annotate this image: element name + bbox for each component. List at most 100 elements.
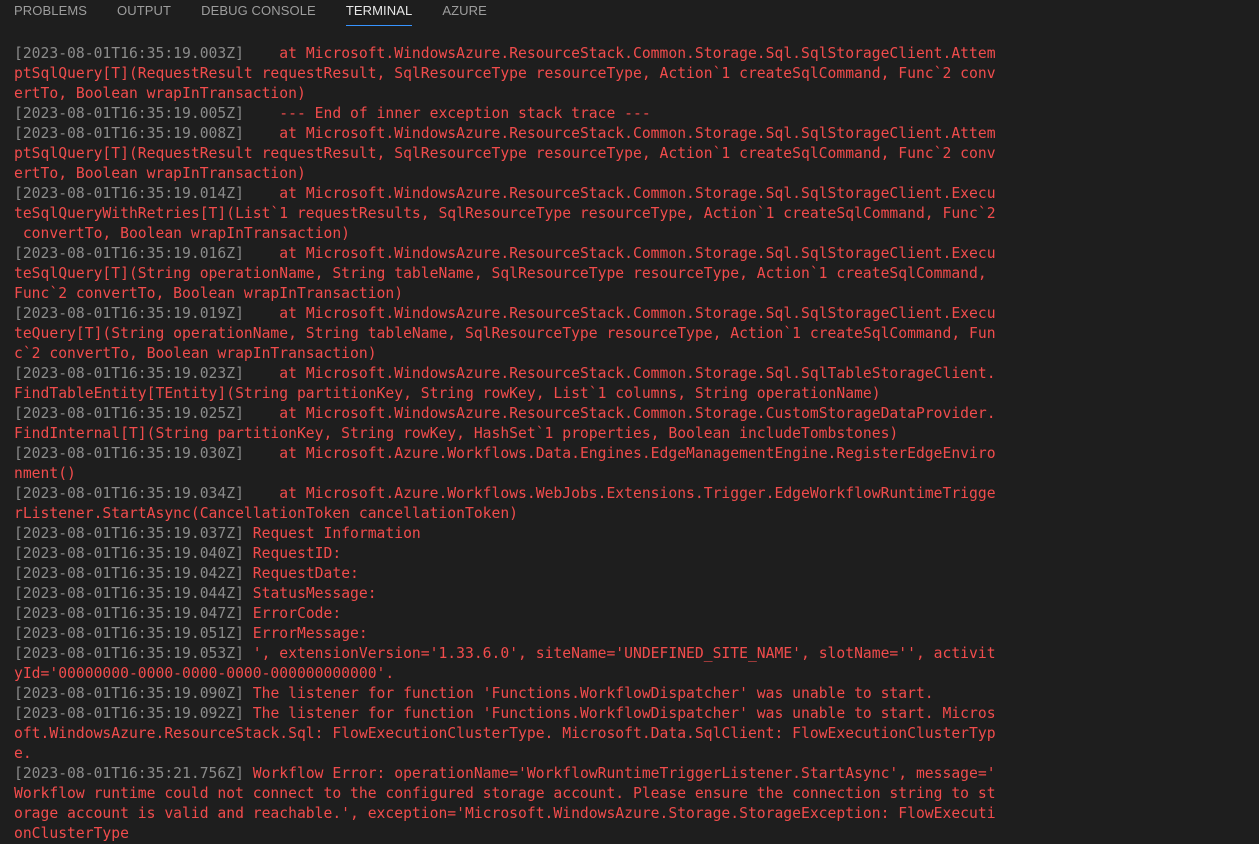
terminal-line: [2023-08-01T16:35:19.040Z] RequestID: [14,544,1034,564]
terminal-line: onClusterType [14,824,1034,844]
log-timestamp: [2023-08-01T16:35:19.014Z] [14,185,244,202]
log-message: The listener for function 'Functions.Wor… [243,685,934,702]
log-timestamp: [2023-08-01T16:35:19.025Z] [14,405,244,422]
terminal-line: convertTo, Boolean wrapInTransaction) [14,224,1034,244]
tab-problems[interactable]: PROBLEMS [14,0,87,25]
log-message: --- End of inner exception stack trace -… [243,105,651,122]
tab-azure[interactable]: AZURE [442,0,487,25]
log-timestamp: [2023-08-01T16:35:19.092Z] [14,705,244,722]
terminal-line: [2023-08-01T16:35:19.053Z] ', extensionV… [14,644,1034,664]
terminal-line: [2023-08-01T16:35:19.047Z] ErrorCode: [14,604,1034,624]
log-message: at Microsoft.WindowsAzure.ResourceStack.… [243,305,996,322]
log-message: orage account is valid and reachable.', … [14,805,996,822]
log-message: at Microsoft.WindowsAzure.ResourceStack.… [243,365,996,382]
log-message: at Microsoft.WindowsAzure.ResourceStack.… [243,185,996,202]
log-message: ertTo, Boolean wrapInTransaction) [14,165,306,182]
log-timestamp: [2023-08-01T16:35:19.051Z] [14,625,244,642]
terminal-line: [2023-08-01T16:35:19.005Z] --- End of in… [14,104,1034,124]
terminal-line: [2023-08-01T16:35:19.003Z] at Microsoft.… [14,44,1034,64]
log-timestamp: [2023-08-01T16:35:19.008Z] [14,125,244,142]
terminal-line: teQuery[T](String operationName, String … [14,324,1034,344]
log-timestamp: [2023-08-01T16:35:19.053Z] [14,645,244,662]
log-message: RequestID: [243,545,342,562]
log-message: FindInternal[T](String partitionKey, Str… [14,425,899,442]
log-message: ertTo, Boolean wrapInTransaction) [14,85,306,102]
log-timestamp: [2023-08-01T16:35:19.005Z] [14,105,244,122]
terminal-line: [2023-08-01T16:35:19.016Z] at Microsoft.… [14,244,1034,264]
terminal-line: [2023-08-01T16:35:19.092Z] The listener … [14,704,1034,724]
log-message: at Microsoft.WindowsAzure.ResourceStack.… [243,405,996,422]
log-message: at Microsoft.Azure.Workflows.WebJobs.Ext… [243,485,996,502]
log-message: Workflow runtime could not connect to th… [14,785,996,802]
log-message: nment() [14,465,76,482]
terminal-line: [2023-08-01T16:35:19.034Z] at Microsoft.… [14,484,1034,504]
terminal-line: [2023-08-01T16:35:19.090Z] The listener … [14,684,1034,704]
terminal-line: Func`2 convertTo, Boolean wrapInTransact… [14,284,1034,304]
log-timestamp: [2023-08-01T16:35:19.016Z] [14,245,244,262]
panel-tab-bar: PROBLEMS OUTPUT DEBUG CONSOLE TERMINAL AZURE [0,0,1259,28]
log-timestamp: [2023-08-01T16:35:19.090Z] [14,685,244,702]
terminal-line: [2023-08-01T16:35:19.030Z] at Microsoft.… [14,444,1034,464]
tab-debug-console[interactable]: DEBUG CONSOLE [201,0,316,25]
terminal-line: [2023-08-01T16:35:19.025Z] at Microsoft.… [14,404,1034,424]
log-message: rListener.StartAsync(CancellationToken c… [14,505,519,522]
log-timestamp: [2023-08-01T16:35:19.030Z] [14,445,244,462]
log-timestamp: [2023-08-01T16:35:19.047Z] [14,605,244,622]
log-message: Func`2 convertTo, Boolean wrapInTransact… [14,285,404,302]
log-message: ErrorMessage: [243,625,368,642]
log-message: convertTo, Boolean wrapInTransaction) [14,225,351,242]
log-message: at Microsoft.WindowsAzure.ResourceStack.… [243,45,996,62]
log-message: FindTableEntity[TEntity](String partitio… [14,385,881,402]
log-message: Request Information [243,525,421,542]
terminal-line: FindTableEntity[TEntity](String partitio… [14,384,1034,404]
tab-terminal[interactable]: TERMINAL [345,0,413,26]
log-message: teSqlQueryWithRetries[T](List`1 requestR… [14,205,996,222]
log-message: ptSqlQuery[T](RequestResult requestResul… [14,65,996,82]
terminal-line: teSqlQuery[T](String operationName, Stri… [14,264,1034,284]
log-message: ErrorCode: [243,605,342,622]
terminal-line: ptSqlQuery[T](RequestResult requestResul… [14,144,1034,164]
tab-output[interactable]: OUTPUT [117,0,171,25]
log-message: at Microsoft.WindowsAzure.ResourceStack.… [243,245,996,262]
terminal-line: rListener.StartAsync(CancellationToken c… [14,504,1034,524]
log-timestamp: [2023-08-01T16:35:19.023Z] [14,365,244,382]
terminal-line: [2023-08-01T16:35:19.042Z] RequestDate: [14,564,1034,584]
log-timestamp: [2023-08-01T16:35:19.037Z] [14,525,244,542]
log-message: c`2 convertTo, Boolean wrapInTransaction… [14,345,377,362]
terminal-line: [2023-08-01T16:35:19.037Z] Request Infor… [14,524,1034,544]
terminal-line: c`2 convertTo, Boolean wrapInTransaction… [14,344,1034,364]
log-message: ', extensionVersion='1.33.6.0', siteName… [243,645,996,662]
terminal-line: oft.WindowsAzure.ResourceStack.Sql: Flow… [14,724,1034,744]
log-timestamp: [2023-08-01T16:35:21.756Z] [14,765,244,782]
log-message: Workflow Error: operationName='WorkflowR… [243,765,996,782]
log-timestamp: [2023-08-01T16:35:19.034Z] [14,485,244,502]
log-message: teSqlQuery[T](String operationName, Stri… [14,265,987,282]
terminal-line: FindInternal[T](String partitionKey, Str… [14,424,1034,444]
terminal-line: [2023-08-01T16:35:19.051Z] ErrorMessage: [14,624,1034,644]
log-message: at Microsoft.Azure.Workflows.Data.Engine… [243,445,996,462]
log-message: StatusMessage: [243,585,377,602]
terminal-line: [2023-08-01T16:35:19.014Z] at Microsoft.… [14,184,1034,204]
log-timestamp: [2023-08-01T16:35:19.003Z] [14,45,244,62]
terminal-line: ertTo, Boolean wrapInTransaction) [14,84,1034,104]
terminal-line: ertTo, Boolean wrapInTransaction) [14,164,1034,184]
terminal-line: [2023-08-01T16:35:19.019Z] at Microsoft.… [14,304,1034,324]
terminal-line: Workflow runtime could not connect to th… [14,784,1034,804]
log-timestamp: [2023-08-01T16:35:19.044Z] [14,585,244,602]
terminal-line: yId='00000000-0000-0000-0000-00000000000… [14,664,1034,684]
log-message: at Microsoft.WindowsAzure.ResourceStack.… [243,125,996,142]
terminal-line: orage account is valid and reachable.', … [14,804,1034,824]
log-message: onClusterType [14,825,129,842]
terminal-line: [2023-08-01T16:35:19.044Z] StatusMessage… [14,584,1034,604]
log-message: oft.WindowsAzure.ResourceStack.Sql: Flow… [14,725,996,742]
terminal-line: nment() [14,464,1034,484]
terminal-line: [2023-08-01T16:35:19.023Z] at Microsoft.… [14,364,1034,384]
log-message: e. [14,745,32,762]
terminal-output[interactable]: [2023-08-01T16:35:19.003Z] at Microsoft.… [14,44,1034,844]
log-message: The listener for function 'Functions.Wor… [243,705,996,722]
terminal-line: [2023-08-01T16:35:19.008Z] at Microsoft.… [14,124,1034,144]
log-timestamp: [2023-08-01T16:35:19.019Z] [14,305,244,322]
terminal-line: teSqlQueryWithRetries[T](List`1 requestR… [14,204,1034,224]
terminal-line: ptSqlQuery[T](RequestResult requestResul… [14,64,1034,84]
log-message: RequestDate: [243,565,359,582]
